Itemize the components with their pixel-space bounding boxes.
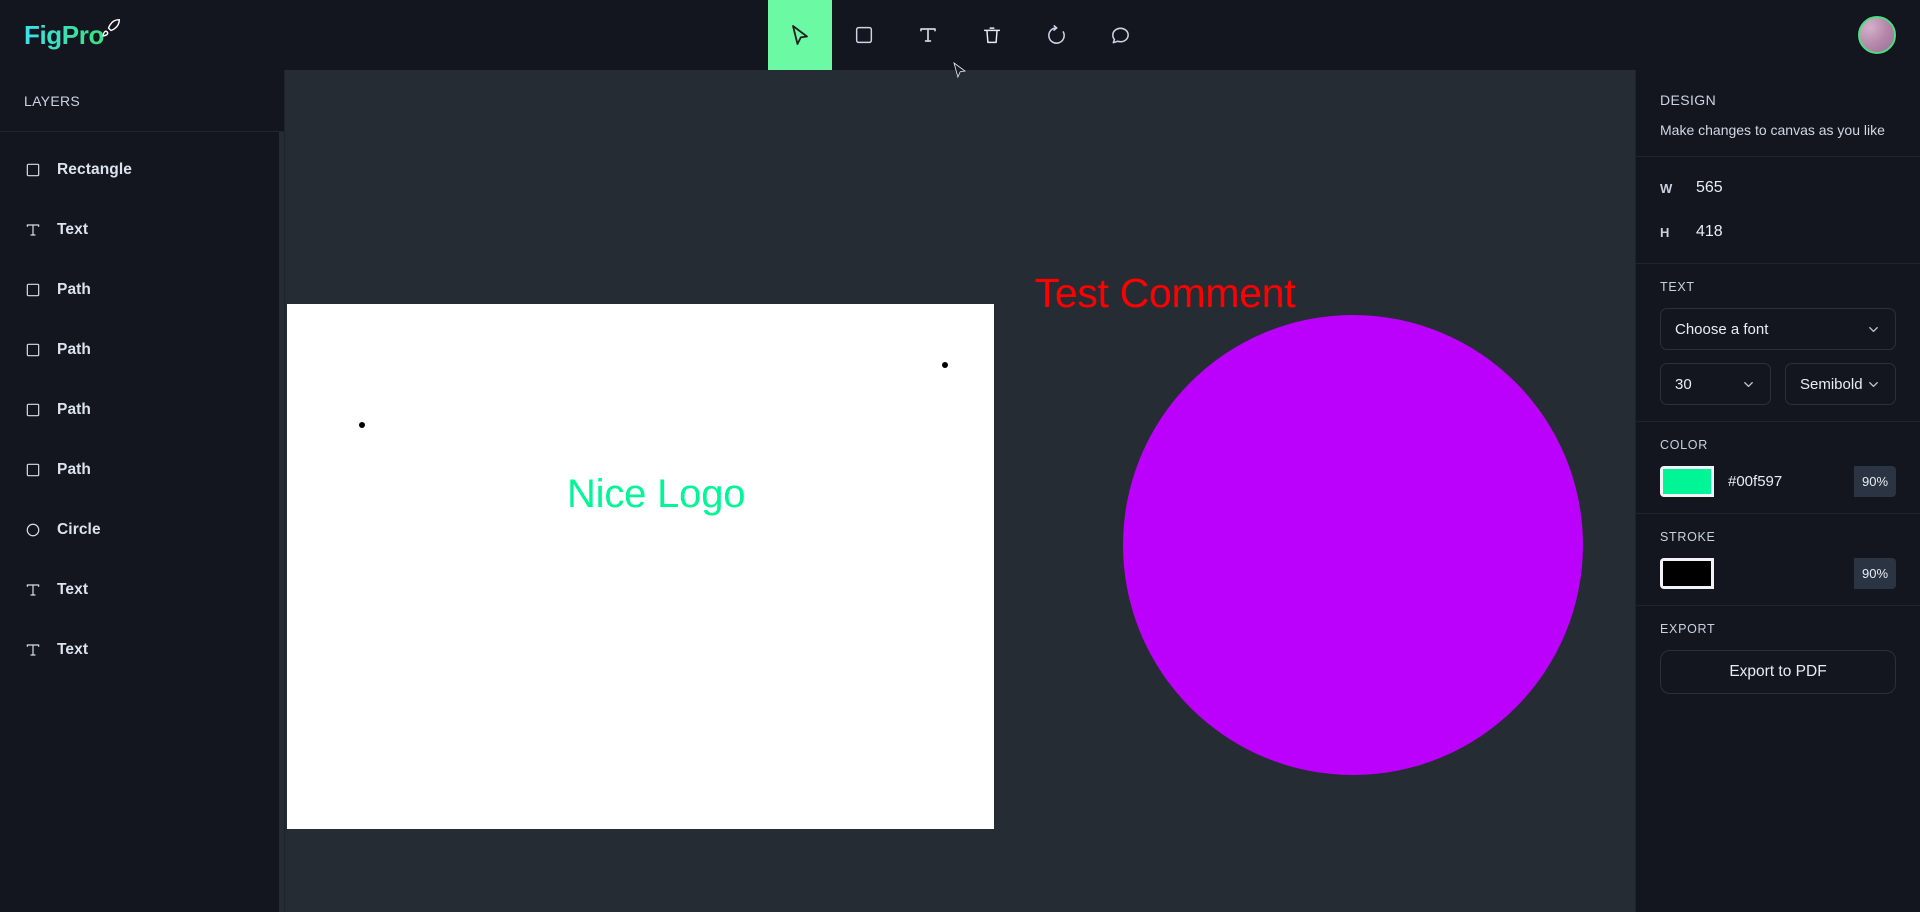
text-t-icon — [24, 222, 41, 239]
design-title: DESIGN — [1660, 92, 1717, 108]
layer-item-circle[interactable]: Circle — [0, 500, 284, 560]
stroke-color-swatch[interactable] — [1660, 558, 1714, 589]
text-t-icon — [920, 28, 936, 42]
fill-color-chip — [1663, 469, 1711, 494]
font-family-value: Choose a font — [1675, 320, 1769, 338]
stroke-section: STROKE 90% — [1636, 514, 1920, 606]
canvas-circle-shape[interactable] — [1123, 315, 1583, 775]
height-label: H — [1660, 224, 1670, 240]
layer-label: Path — [57, 461, 91, 478]
color-section: COLOR #00f597 90% — [1636, 422, 1920, 514]
color-section-label: COLOR — [1660, 438, 1708, 452]
canvas-path-point[interactable] — [942, 362, 948, 368]
export-to-pdf-button[interactable]: Export to PDF — [1660, 650, 1896, 694]
stroke-color-opacity[interactable]: 90% — [1854, 558, 1896, 589]
dimensions-section: W 565 H 418 — [1636, 157, 1920, 264]
stroke-color-row[interactable]: 90% — [1660, 558, 1896, 589]
layer-label: Rectangle — [57, 161, 132, 178]
fill-color-swatch[interactable] — [1660, 466, 1714, 497]
layer-label: Text — [57, 641, 89, 658]
export-section-label: EXPORT — [1660, 622, 1716, 636]
font-size-select[interactable]: 30 — [1660, 363, 1771, 405]
speech-bubble-icon — [1111, 27, 1129, 43]
canvas-rectangle-shape[interactable]: Nice Logo — [287, 304, 994, 829]
font-family-select[interactable]: Choose a font — [1660, 308, 1896, 350]
canvas-logo-text[interactable]: Nice Logo — [567, 472, 746, 517]
trash-icon — [983, 27, 1001, 44]
layer-label: Circle — [57, 521, 101, 538]
layers-sidebar: LAYERS Rectangle Text Path Path Path Pat… — [0, 70, 285, 912]
navbar: FigPro — [0, 0, 1920, 79]
reset-tool[interactable] — [1024, 0, 1088, 70]
layers-list: Rectangle Text Path Path Path Path Circl… — [0, 132, 284, 912]
layer-item-text-2[interactable]: Text — [0, 560, 284, 620]
layer-label: Text — [57, 221, 89, 238]
fill-color-row[interactable]: #00f597 90% — [1660, 466, 1896, 497]
design-sidebar: DESIGN Make changes to canvas as you lik… — [1635, 70, 1920, 912]
fill-color-opacity[interactable]: 90% — [1854, 466, 1896, 497]
width-row[interactable]: W 565 — [1660, 173, 1896, 203]
square-icon — [24, 282, 41, 299]
square-icon — [24, 162, 41, 179]
comment-tool[interactable] — [1088, 0, 1152, 70]
layer-item-path-2[interactable]: Path — [0, 320, 284, 380]
layer-item-path-4[interactable]: Path — [0, 440, 284, 500]
font-size-value: 30 — [1675, 375, 1692, 393]
text-tool[interactable] — [896, 0, 960, 70]
width-label: W — [1660, 180, 1673, 196]
toolbar — [768, 0, 1152, 79]
chevron-down-icon — [1741, 377, 1756, 392]
layer-item-path-3[interactable]: Path — [0, 380, 284, 440]
design-header: DESIGN Make changes to canvas as you lik… — [1636, 70, 1920, 157]
figpro-app: FigPro LAYERS Rectangle Text Path Path P… — [0, 0, 1920, 912]
square-icon — [24, 402, 41, 419]
rocket-icon — [101, 18, 121, 38]
layers-header: LAYERS — [0, 70, 284, 132]
square-icon — [24, 462, 41, 479]
design-canvas[interactable]: Test Comment Nice Logo — [285, 70, 1635, 912]
fill-color-hex[interactable]: #00f597 — [1714, 466, 1854, 497]
chevron-down-icon — [1866, 322, 1881, 337]
mouse-cursor-pointer — [953, 62, 967, 87]
layer-item-text-1[interactable]: Text — [0, 200, 284, 260]
rectangle-tool[interactable] — [832, 0, 896, 70]
layer-label: Path — [57, 281, 91, 298]
cursor-icon — [792, 25, 808, 45]
layers-scrollbar[interactable] — [279, 132, 284, 912]
text-section-label: TEXT — [1660, 280, 1695, 294]
user-avatar[interactable] — [1858, 16, 1896, 54]
text-section: TEXT Choose a font 30 Semibold — [1636, 264, 1920, 422]
app-logo-text: FigPro — [24, 19, 104, 50]
font-weight-value: Semibold — [1800, 375, 1863, 393]
font-weight-select[interactable]: Semibold — [1785, 363, 1896, 405]
chevron-down-icon — [1866, 377, 1881, 392]
layer-label: Path — [57, 341, 91, 358]
canvas-path-point[interactable] — [359, 422, 365, 428]
stroke-color-hex[interactable] — [1714, 558, 1854, 589]
width-value[interactable]: 565 — [1696, 179, 1723, 197]
main-area: LAYERS Rectangle Text Path Path Path Pat… — [0, 70, 1920, 912]
delete-tool[interactable] — [960, 0, 1024, 70]
square-icon — [24, 342, 41, 359]
layer-label: Text — [57, 581, 89, 598]
design-subtitle: Make changes to canvas as you like — [1660, 122, 1885, 138]
layer-item-rectangle[interactable]: Rectangle — [0, 140, 284, 200]
export-section: EXPORT Export to PDF — [1636, 606, 1920, 710]
square-icon — [855, 26, 873, 44]
app-logo[interactable]: FigPro — [24, 18, 121, 51]
height-value[interactable]: 418 — [1696, 223, 1723, 241]
layer-label: Path — [57, 401, 91, 418]
stroke-color-chip — [1663, 561, 1711, 586]
stroke-section-label: STROKE — [1660, 530, 1716, 544]
circle-icon — [24, 522, 41, 539]
canvas-comment-text[interactable]: Test Comment — [1035, 270, 1296, 317]
height-row[interactable]: H 418 — [1660, 217, 1896, 247]
text-t-icon — [24, 582, 41, 599]
layer-item-path-1[interactable]: Path — [0, 260, 284, 320]
cursor-tool[interactable] — [768, 0, 832, 70]
reset-circular-arrow-icon — [1047, 24, 1065, 44]
text-t-icon — [24, 642, 41, 659]
layer-item-text-3[interactable]: Text — [0, 620, 284, 680]
